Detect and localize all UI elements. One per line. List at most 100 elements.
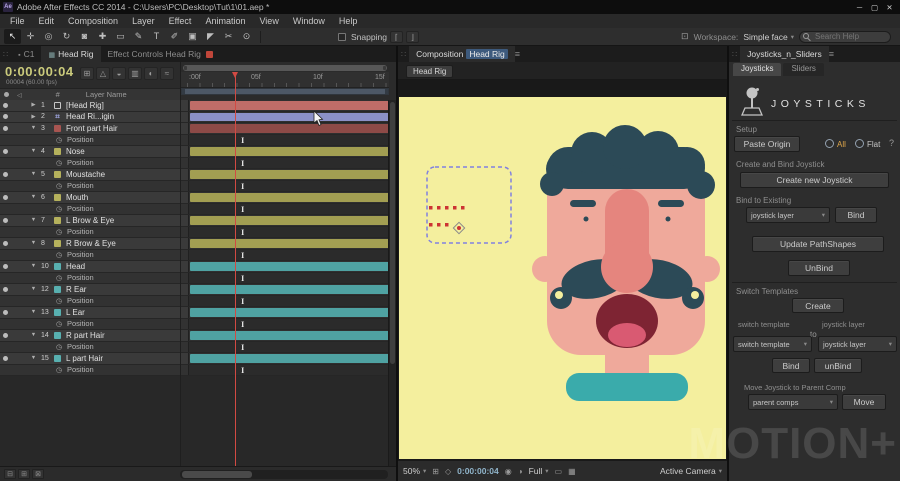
layer-duration-bar[interactable]	[190, 239, 394, 248]
twirl-arrow-icon[interactable]	[28, 100, 39, 111]
property-track[interactable]: I	[188, 226, 396, 237]
layer-row[interactable]: 12 R Ear	[0, 284, 396, 296]
twirl-arrow-icon[interactable]	[28, 123, 39, 134]
eraser-tool[interactable]: ◤	[202, 29, 219, 44]
lock-toggle[interactable]	[19, 261, 28, 272]
layer-track[interactable]	[188, 353, 396, 364]
layer-track[interactable]	[188, 111, 396, 122]
property-track[interactable]: I	[188, 134, 396, 145]
lock-toggle[interactable]	[19, 238, 28, 249]
layer-track[interactable]	[188, 146, 396, 157]
twirl-arrow-icon[interactable]	[28, 192, 39, 203]
audio-toggle[interactable]	[10, 330, 19, 341]
inout-columns-icon[interactable]: ⊠	[32, 469, 44, 479]
property-name[interactable]: Position	[64, 135, 188, 146]
layer-row[interactable]: 6 Mouth	[0, 192, 396, 204]
bind-button-2[interactable]: Bind	[772, 358, 810, 373]
graph-editor-icon[interactable]: ≈	[160, 67, 174, 80]
type-tool[interactable]: T	[148, 29, 165, 44]
lock-toggle[interactable]	[19, 284, 28, 295]
lock-toggle[interactable]	[19, 169, 28, 180]
clone-stamp-tool[interactable]: ▣	[184, 29, 201, 44]
audio-toggle[interactable]	[10, 169, 19, 180]
visibility-eye-icon[interactable]	[0, 330, 10, 341]
lock-toggle[interactable]	[19, 100, 28, 111]
hand-tool[interactable]: ✛	[22, 29, 39, 44]
visibility-eye-icon[interactable]	[0, 123, 10, 134]
property-track[interactable]: I	[188, 249, 396, 260]
visibility-eye-icon[interactable]	[0, 353, 10, 364]
layer-color-chip[interactable]	[52, 261, 63, 272]
twirl-arrow-icon[interactable]	[28, 261, 39, 272]
keyframe-marker[interactable]: I	[241, 204, 244, 214]
layer-duration-bar[interactable]	[190, 331, 394, 340]
update-pathshapes-button[interactable]: Update PathShapes	[752, 236, 884, 252]
resolution-dropdown[interactable]: Full	[529, 466, 549, 476]
position-property-row[interactable]: ◷ Position I	[0, 249, 396, 261]
snapping-label[interactable]: Snapping	[351, 32, 387, 42]
layer-duration-bar[interactable]	[190, 216, 394, 225]
vertex[interactable]	[437, 206, 441, 210]
paste-origin-button[interactable]: Paste Origin	[734, 136, 800, 152]
layer-color-chip[interactable]: ⌗	[52, 112, 63, 123]
time-navigator[interactable]	[183, 65, 387, 71]
keyframe-marker[interactable]: I	[241, 365, 244, 375]
layer-track[interactable]	[188, 100, 396, 111]
lock-toggle[interactable]	[19, 192, 28, 203]
vertex[interactable]	[429, 206, 433, 210]
layer-duration-bar[interactable]	[190, 101, 394, 110]
layer-row[interactable]: 7 L Brow & Eye	[0, 215, 396, 227]
position-property-row[interactable]: ◷ Position I	[0, 180, 396, 192]
layer-name[interactable]: L part Hair	[63, 353, 188, 364]
layer-color-chip[interactable]	[52, 192, 63, 203]
property-track[interactable]: I	[188, 364, 396, 375]
stopwatch-icon[interactable]: ◷	[54, 204, 64, 215]
panel-grip-icon[interactable]: ∷	[0, 50, 11, 59]
mask-visibility-icon[interactable]	[445, 467, 451, 476]
keyframe-marker[interactable]: I	[241, 273, 244, 283]
menu-item-composition[interactable]: Composition	[61, 16, 125, 26]
parent-comps-dropdown[interactable]: parent comps	[748, 394, 838, 410]
property-name[interactable]: Position	[64, 296, 188, 307]
twirl-arrow-icon[interactable]	[28, 353, 39, 364]
composition-viewport[interactable]	[398, 80, 727, 460]
stopwatch-icon[interactable]: ◷	[54, 319, 64, 330]
create-new-joystick-button[interactable]: Create new Joystick	[740, 172, 889, 188]
vertex[interactable]	[437, 223, 441, 227]
tab-head-rig[interactable]: Head Rig	[41, 46, 101, 62]
twirl-arrow-icon[interactable]	[28, 284, 39, 295]
tab-composition[interactable]: Composition Head Rig	[409, 46, 515, 62]
layer-track[interactable]	[188, 238, 396, 249]
layer-name[interactable]: Mouth	[63, 192, 188, 203]
brush-tool[interactable]: ✐	[166, 29, 183, 44]
tab-joysticks-n-sliders[interactable]: Joysticks_n_Sliders	[740, 46, 829, 62]
visibility-eye-icon[interactable]	[0, 307, 10, 318]
position-property-row[interactable]: ◷ Position I	[0, 272, 396, 284]
layer-duration-bar[interactable]	[190, 147, 394, 156]
audio-toggle[interactable]	[10, 284, 19, 295]
property-name[interactable]: Position	[64, 319, 188, 330]
layer-row[interactable]: 13 L Ear	[0, 307, 396, 319]
region-of-interest-icon[interactable]	[555, 467, 563, 476]
layer-color-chip[interactable]	[52, 215, 63, 226]
audio-toggle[interactable]	[10, 307, 19, 318]
layer-color-chip[interactable]	[52, 353, 63, 364]
close-button[interactable]: ✕	[882, 3, 897, 12]
layer-name[interactable]: Nose	[63, 146, 188, 157]
move-button[interactable]: Move	[842, 394, 886, 410]
keyframe-navigator[interactable]	[10, 135, 19, 146]
panel-menu-icon[interactable]	[515, 49, 520, 59]
keyframe-marker[interactable]: I	[241, 135, 244, 145]
visibility-eye-icon[interactable]	[0, 169, 10, 180]
layer-name[interactable]: R part Hair	[63, 330, 188, 341]
time-navigator-thumb[interactable]	[183, 65, 387, 71]
keyframe-marker[interactable]: I	[241, 296, 244, 306]
pan-behind-tool[interactable]: ✚	[94, 29, 111, 44]
property-track[interactable]: I	[188, 180, 396, 191]
layer-duration-bar[interactable]	[190, 285, 394, 294]
layer-track[interactable]	[188, 284, 396, 295]
flat-radio[interactable]	[855, 139, 864, 148]
transparency-grid-icon[interactable]	[568, 467, 576, 476]
twirl-arrow-icon[interactable]	[28, 307, 39, 318]
comp-timecode-button[interactable]: 0:00:00:04	[457, 466, 499, 476]
